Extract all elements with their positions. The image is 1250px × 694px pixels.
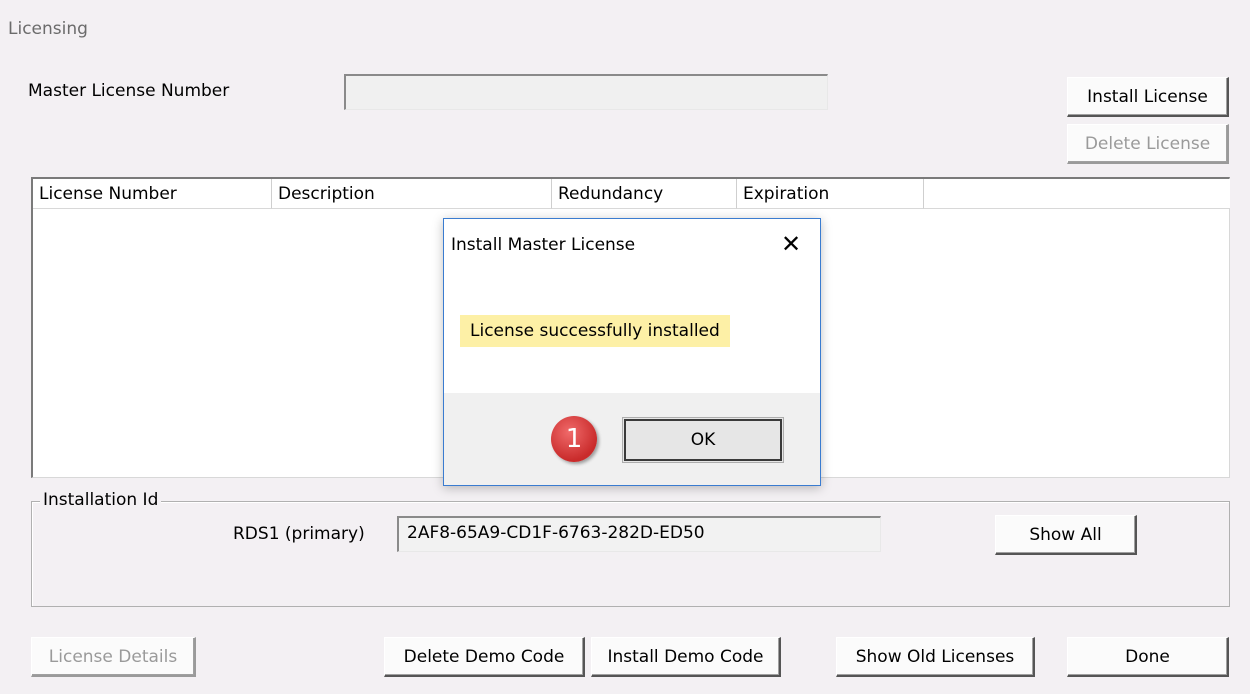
install-license-button[interactable]: Install License bbox=[1067, 77, 1229, 117]
step-badge: 1 bbox=[551, 416, 597, 462]
column-header-expiration[interactable]: Expiration bbox=[737, 179, 924, 209]
window-title: Licensing bbox=[8, 19, 88, 39]
done-button[interactable]: Done bbox=[1067, 637, 1229, 677]
install-master-license-dialog: Install Master License ✕ License success… bbox=[443, 218, 821, 486]
license-details-button[interactable]: License Details bbox=[31, 637, 196, 677]
installation-id-legend: Installation Id bbox=[40, 490, 162, 510]
ok-button[interactable]: OK bbox=[622, 417, 784, 463]
close-icon[interactable]: ✕ bbox=[776, 227, 806, 261]
delete-demo-code-button[interactable]: Delete Demo Code bbox=[384, 637, 585, 677]
column-header-description[interactable]: Description bbox=[272, 179, 552, 209]
show-all-button[interactable]: Show All bbox=[995, 515, 1137, 555]
master-license-label: Master License Number bbox=[28, 81, 230, 101]
installation-id-field[interactable]: 2AF8-65A9-CD1F-6763-282D-ED50 bbox=[397, 516, 881, 552]
master-license-input[interactable] bbox=[344, 74, 828, 110]
delete-license-button[interactable]: Delete License bbox=[1067, 124, 1229, 164]
install-demo-code-button[interactable]: Install Demo Code bbox=[591, 637, 781, 677]
dialog-footer: OK bbox=[444, 393, 820, 485]
column-header-license-number[interactable]: License Number bbox=[33, 179, 272, 209]
column-header-redundancy[interactable]: Redundancy bbox=[552, 179, 737, 209]
column-header-filler bbox=[924, 179, 1230, 209]
dialog-title: Install Master License bbox=[451, 235, 636, 255]
dialog-message: License successfully installed bbox=[460, 315, 730, 347]
show-old-licenses-button[interactable]: Show Old Licenses bbox=[836, 637, 1035, 677]
server-label: RDS1 (primary) bbox=[233, 524, 365, 544]
